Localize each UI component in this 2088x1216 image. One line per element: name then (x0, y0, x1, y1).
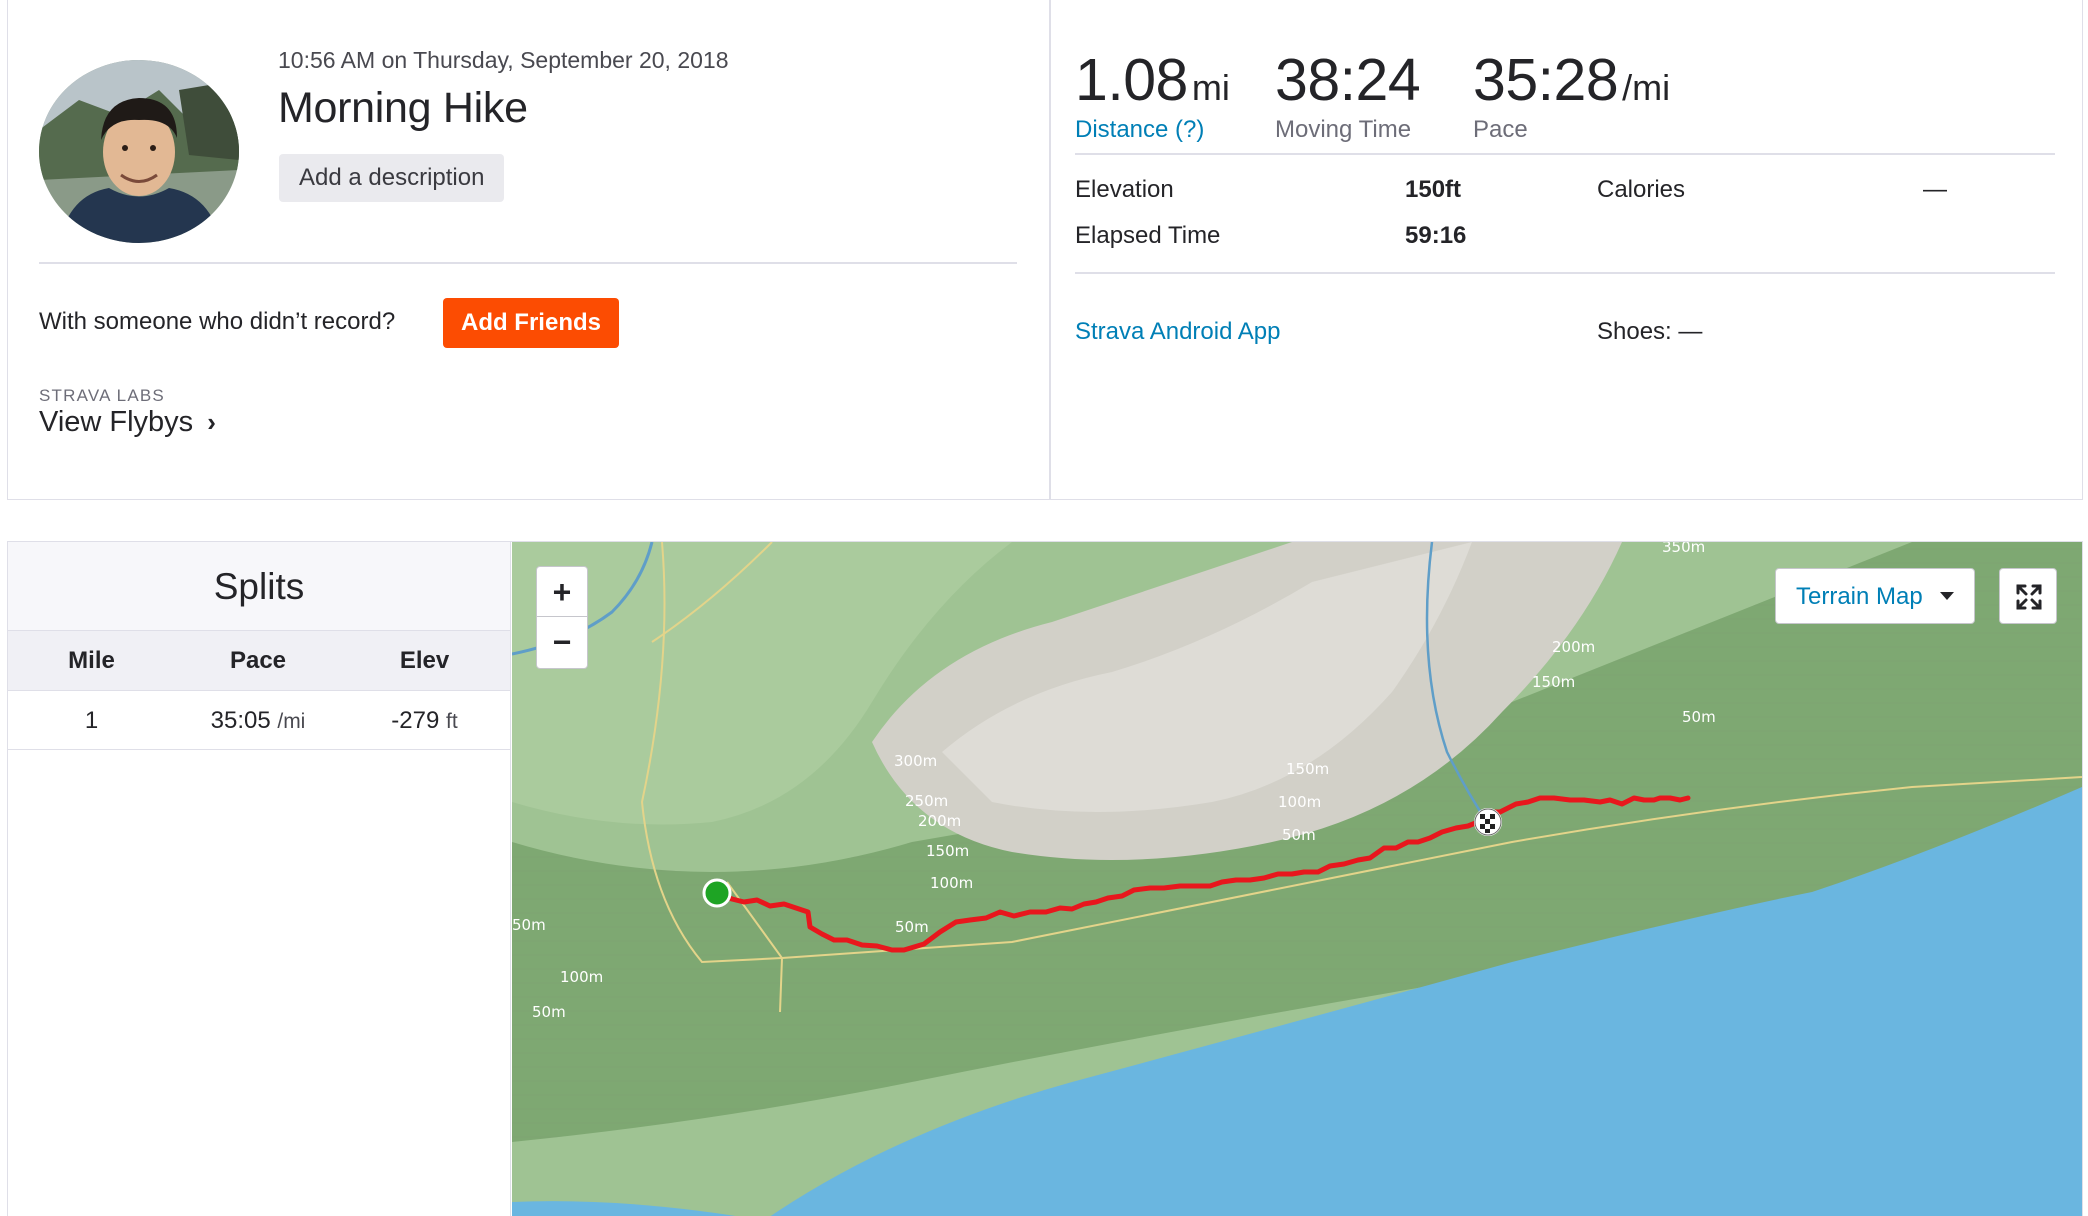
contour-label: 150m (926, 842, 969, 860)
contour-label: 300m (894, 752, 937, 770)
elevation-label: Elevation (1075, 176, 1174, 203)
map-type-label: Terrain Map (1796, 583, 1923, 610)
moving-time-value: 38:24 (1275, 47, 1421, 113)
divider (1075, 153, 2055, 155)
zoom-out-button[interactable]: − (537, 617, 587, 667)
activity-summary-card: 10:56 AM on Thursday, September 20, 2018… (7, 0, 2083, 500)
contour-label: 50m (1282, 826, 1316, 844)
split-pace: 35:05 /mi (175, 691, 341, 749)
view-flybys-link[interactable]: View Flybys › (39, 406, 216, 439)
contour-label: 200m (1552, 638, 1595, 656)
shoes-info: Shoes: — (1597, 318, 1703, 345)
elevation-value: 150ft (1405, 176, 1462, 203)
caret-down-icon (1940, 592, 1954, 600)
distance-value: 1.08 (1075, 47, 1188, 113)
column-header-mile: Mile (68, 647, 115, 674)
card-divider (1049, 0, 1051, 499)
contour-label: 350m (1662, 542, 1705, 556)
avatar[interactable] (39, 60, 239, 243)
add-description-button[interactable]: Add a description (279, 154, 505, 202)
column-header-pace: Pace (229, 647, 287, 674)
contour-label: 50m (1682, 708, 1716, 726)
calories-label: Calories (1597, 176, 1686, 203)
fullscreen-button[interactable] (1999, 568, 2057, 624)
stat-distance: 1.08 mi Distance (?) (1075, 46, 1230, 144)
device-link[interactable]: Strava Android App (1075, 318, 1280, 346)
contour-label: 50m (532, 1003, 566, 1021)
view-flybys-label: View Flybys (39, 406, 194, 438)
elapsed-time-label: Elapsed Time (1075, 222, 1221, 249)
expand-icon (2016, 584, 2042, 610)
pace-label: Pace (1473, 116, 1528, 143)
contour-label: 50m (895, 918, 929, 936)
splits-header-row: Mile Pace Elev (8, 631, 510, 691)
column-header-elev: Elev (399, 647, 450, 674)
activity-datetime: 10:56 AM on Thursday, September 20, 2018 (278, 47, 729, 73)
divider (1075, 272, 2055, 274)
friends-question: With someone who didn’t record? (39, 308, 396, 335)
terrain-map-canvas: 50m 100m 50m 50m 100m 150m 200m 250m 300… (512, 542, 2082, 1216)
split-pace-unit: /mi (277, 710, 306, 733)
contour-label: 150m (1286, 760, 1329, 778)
moving-time-label: Moving Time (1275, 116, 1412, 143)
pace-unit: /mi (1622, 67, 1671, 108)
stat-moving-time: 38:24 Moving Time (1275, 46, 1421, 144)
split-pace-value: 35:05 (210, 707, 271, 734)
zoom-in-button[interactable]: + (537, 567, 587, 617)
elapsed-time-value: 59:16 (1405, 222, 1467, 249)
avatar-photo (39, 60, 239, 243)
divider (39, 262, 1017, 264)
contour-label: 50m (512, 916, 546, 934)
chevron-right-icon: › (207, 407, 216, 437)
contour-label: 250m (905, 792, 948, 810)
route-map[interactable]: 50m 100m 50m 50m 100m 150m 200m 250m 300… (512, 542, 2082, 1216)
contour-label: 100m (560, 968, 603, 986)
stat-pace: 35:28/mi Pace (1473, 46, 1670, 144)
split-mile: 1 (84, 707, 99, 734)
split-elev: -279 ft (341, 691, 508, 749)
add-friends-button[interactable]: Add Friends (443, 298, 619, 348)
zoom-control: + − (536, 566, 588, 669)
contour-label: 200m (918, 812, 961, 830)
calories-value: — (1923, 176, 1947, 203)
splits-map-card: Splits Mile Pace Elev 1 35:05 /mi -279 f… (7, 541, 2083, 1216)
contour-label: 100m (1278, 793, 1321, 811)
split-elev-unit: ft (446, 710, 458, 733)
route-start-marker[interactable] (702, 878, 732, 908)
distance-help-link[interactable]: Distance (?) (1075, 116, 1230, 144)
map-type-dropdown[interactable]: Terrain Map (1775, 568, 1975, 624)
route-end-marker[interactable] (1474, 808, 1502, 836)
distance-unit: mi (1191, 67, 1230, 108)
table-row: 1 35:05 /mi -279 ft (8, 691, 510, 750)
contour-label: 150m (1532, 673, 1575, 691)
strava-labs-label: STRAVA LABS (39, 386, 165, 405)
splits-title: Splits (8, 542, 510, 631)
split-elev-value: -279 (391, 707, 440, 734)
splits-panel: Splits Mile Pace Elev 1 35:05 /mi -279 f… (8, 542, 511, 1216)
activity-title[interactable]: Morning Hike (278, 84, 528, 133)
contour-label: 100m (930, 874, 973, 892)
pace-value: 35:28 (1473, 47, 1619, 113)
